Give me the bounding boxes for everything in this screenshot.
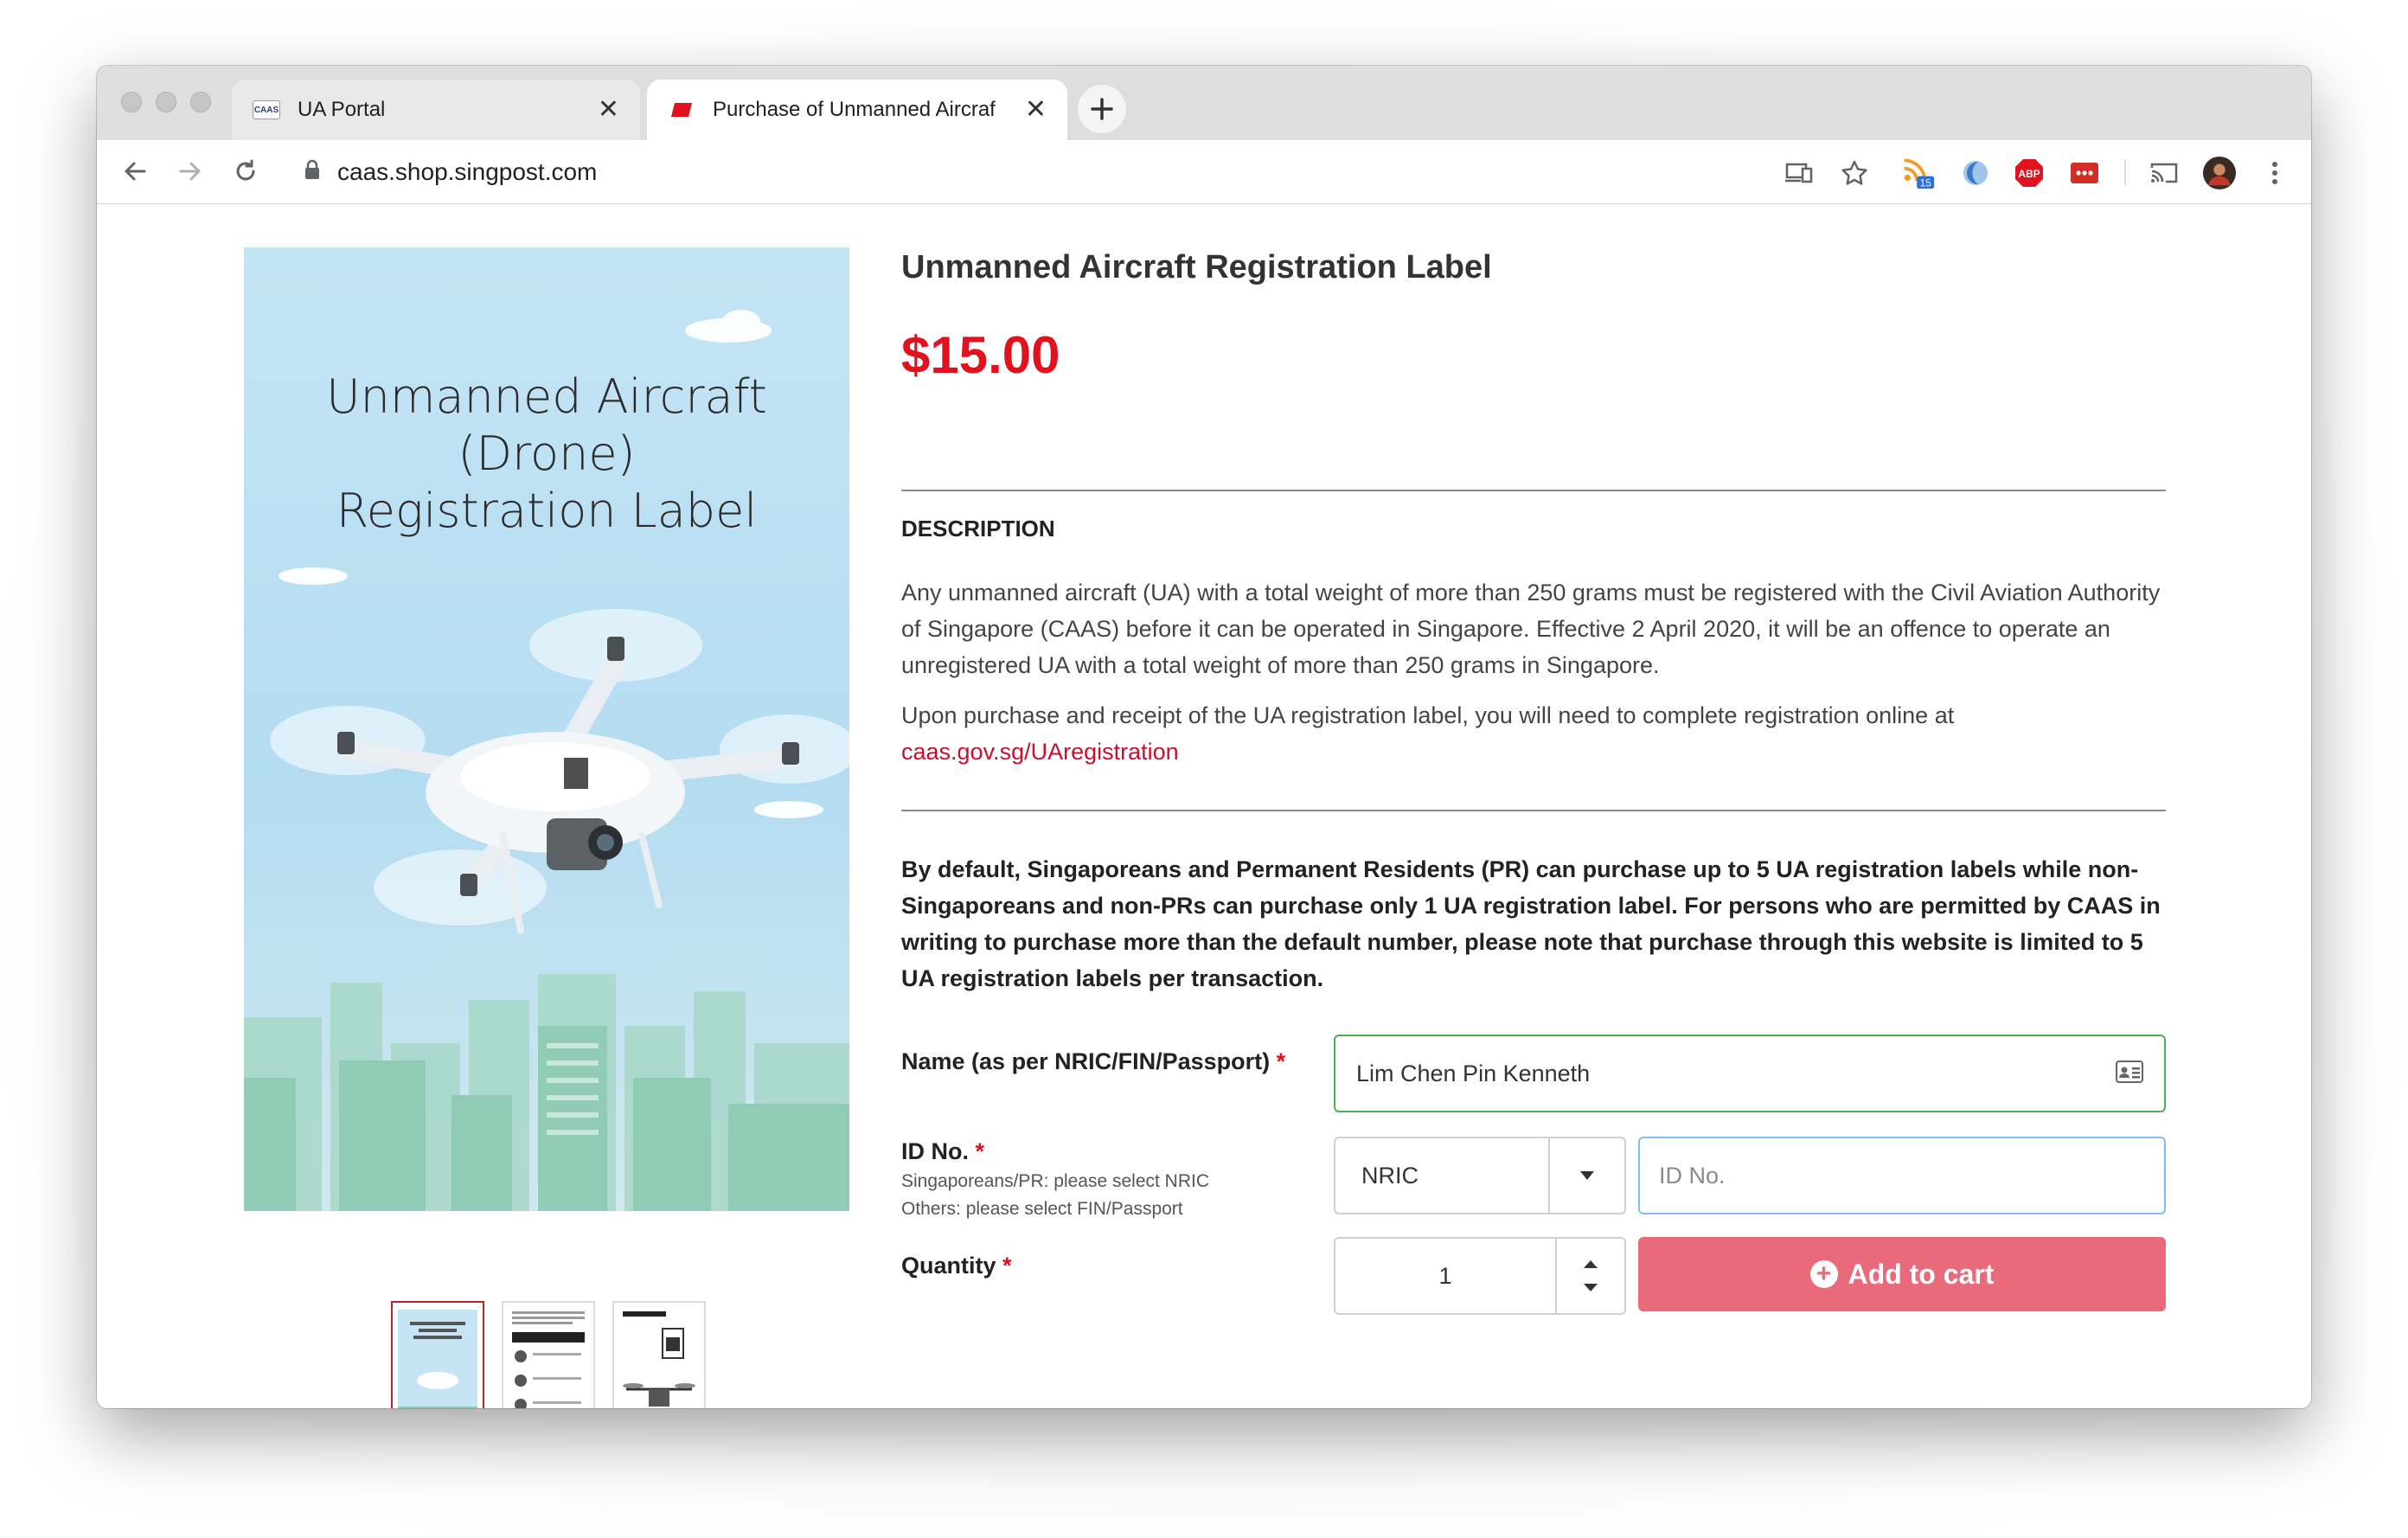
purchase-limit-notice: By default, Singaporeans and Permanent R… (901, 856, 2161, 991)
name-input[interactable]: Lim Chen Pin Kenneth (1334, 1035, 2166, 1112)
lastpass-extension-icon[interactable] (2067, 156, 2102, 190)
id-type-select[interactable]: NRIC (1334, 1137, 1626, 1214)
cast-icon[interactable] (2147, 156, 2181, 190)
reload-button[interactable] (227, 152, 265, 190)
tab-title: Purchase of Unmanned Aircraf (713, 98, 996, 121)
id-number-placeholder: ID No. (1659, 1162, 1726, 1189)
decrement-icon[interactable] (1583, 1283, 1598, 1292)
id-number-input[interactable]: ID No. (1638, 1137, 2166, 1214)
more-menu-icon[interactable] (2258, 156, 2292, 190)
product-image-title: Unmanned Aircraft (Drone) Registration L… (244, 368, 849, 540)
thumbnail-2[interactable] (502, 1301, 595, 1408)
description-heading: DESCRIPTION (901, 516, 1055, 542)
moon-extension-icon[interactable] (1958, 156, 1993, 190)
product-main-image: Unmanned Aircraft (Drone) Registration L… (244, 247, 849, 1211)
plus-circle-icon: + (1809, 1260, 1838, 1288)
id-label: ID No. * (901, 1138, 984, 1165)
thumbnail-1[interactable] (391, 1301, 484, 1408)
forward-button[interactable] (171, 152, 209, 190)
browser-window: CAAS UA Portal ✕ Purchase of Unmanned Ai… (97, 66, 2311, 1408)
url-text: caas.shop.singpost.com (337, 158, 598, 185)
id-hint-1: Singaporeans/PR: please select NRIC (901, 1171, 1210, 1191)
bookmark-star-icon[interactable] (1837, 156, 1872, 190)
tab-ua-portal[interactable]: CAAS UA Portal ✕ (232, 80, 640, 140)
id-label-text: ID No. (901, 1138, 969, 1164)
add-to-cart-button[interactable]: + Add to cart (1638, 1237, 2166, 1311)
tab-purchase-ua[interactable]: Purchase of Unmanned Aircraf ✕ (647, 80, 1067, 140)
address-bar[interactable]: caas.shop.singpost.com (284, 149, 1841, 195)
image-thumbnails (391, 1301, 706, 1408)
divider (901, 490, 2166, 491)
window-controls (121, 92, 211, 112)
ua-registration-link[interactable]: caas.gov.sg/UAregistration (901, 739, 1179, 765)
caret-down-icon[interactable] (1548, 1138, 1624, 1213)
required-marker: * (975, 1138, 985, 1164)
quantity-spinner (1555, 1239, 1624, 1313)
image-title-line: Unmanned Aircraft (326, 369, 767, 424)
close-tab-icon[interactable]: ✕ (1025, 97, 1047, 123)
id-type-value: NRIC (1361, 1162, 1419, 1189)
close-window-button[interactable] (121, 92, 142, 112)
browser-toolbar: caas.shop.singpost.com 15 ABP (97, 140, 2311, 204)
required-marker: * (1002, 1253, 1012, 1278)
description-paragraph: Any unmanned aircraft (UA) with a total … (901, 580, 2161, 678)
toolbar-divider (2124, 159, 2126, 185)
zoom-window-button[interactable] (190, 92, 211, 112)
page-content: Unmanned Aircraft (Drone) Registration L… (97, 204, 2311, 1408)
quantity-value: 1 (1438, 1262, 1452, 1289)
rss-extension-icon[interactable]: 15 (1901, 156, 1936, 190)
arrow-left-icon (125, 162, 146, 181)
tab-strip: CAAS UA Portal ✕ Purchase of Unmanned Ai… (97, 66, 2311, 140)
contact-card-icon[interactable] (2116, 1061, 2143, 1089)
product-price: $15.00 (901, 326, 1060, 384)
plus-icon (1091, 98, 1113, 120)
name-value: Lim Chen Pin Kenneth (1356, 1060, 1591, 1086)
caas-favicon-icon: CAAS (253, 100, 280, 119)
lock-icon (304, 158, 320, 186)
divider (901, 810, 2166, 811)
image-title-line: (Drone) (458, 426, 636, 481)
thumbnail-3[interactable] (612, 1301, 706, 1408)
description-text: Upon purchase and receipt of the UA regi… (901, 702, 1955, 728)
required-marker: * (1276, 1048, 1286, 1074)
profile-avatar[interactable] (2202, 156, 2237, 190)
reload-icon (236, 159, 255, 181)
quantity-stepper[interactable]: 1 (1334, 1237, 1626, 1315)
image-title-line: Registration Label (336, 484, 758, 538)
name-label: Name (as per NRIC/FIN/Passport) * (901, 1048, 1285, 1075)
back-button[interactable] (116, 152, 154, 190)
adblock-plus-icon[interactable]: ABP (2012, 156, 2046, 190)
quantity-label-text: Quantity (901, 1253, 996, 1278)
quantity-label: Quantity * (901, 1253, 1012, 1279)
singpost-favicon-icon (668, 100, 695, 119)
name-label-text: Name (as per NRIC/FIN/Passport) (901, 1048, 1271, 1074)
increment-icon[interactable] (1583, 1259, 1598, 1269)
abp-label: ABP (2018, 168, 2040, 180)
minimize-window-button[interactable] (156, 92, 176, 112)
tab-title: UA Portal (298, 98, 386, 121)
extension-badge: 15 (1920, 176, 1932, 189)
arrow-right-icon (179, 162, 201, 181)
new-tab-button[interactable] (1078, 85, 1126, 133)
install-app-icon[interactable] (1782, 156, 1816, 190)
description-paragraph-2: Upon purchase and receipt of the UA regi… (901, 697, 2166, 770)
id-hint-2: Others: please select FIN/Passport (901, 1199, 1183, 1219)
product-title: Unmanned Aircraft Registration Label (901, 249, 1492, 285)
close-tab-icon[interactable]: ✕ (598, 97, 619, 123)
add-to-cart-label: Add to cart (1848, 1258, 1995, 1290)
